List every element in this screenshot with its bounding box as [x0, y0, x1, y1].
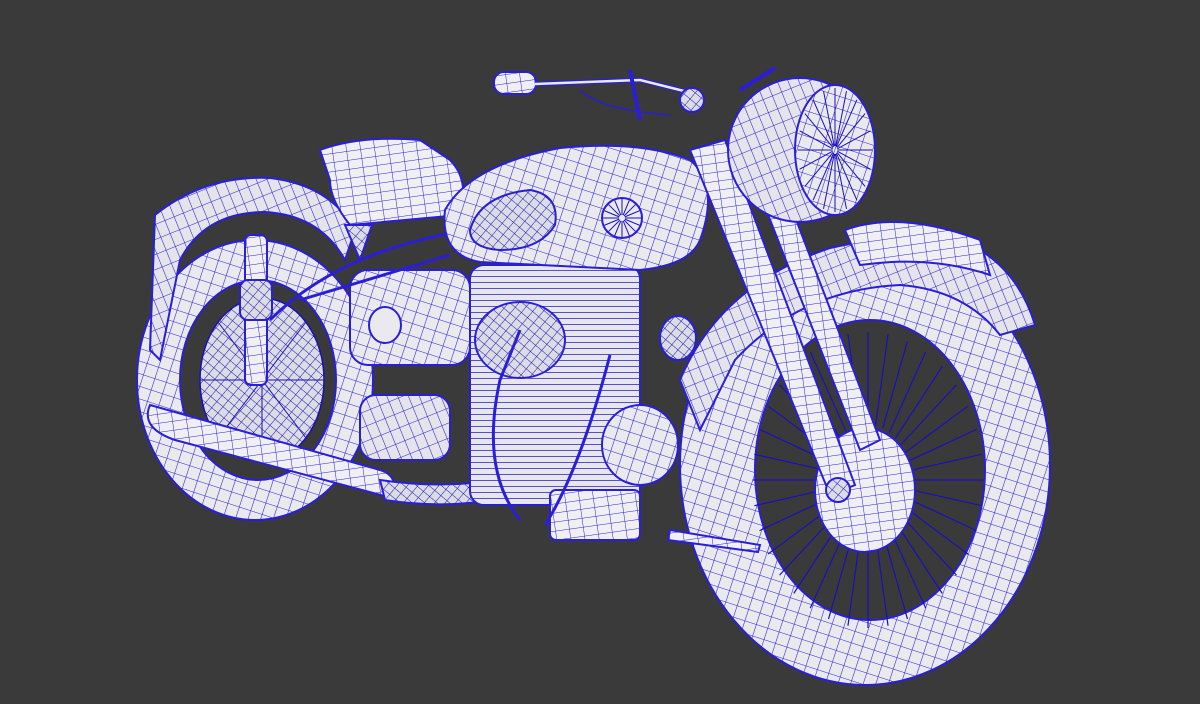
motorcycle-wireframe-model [136, 66, 1051, 686]
headlight [727, 77, 876, 223]
3d-viewport[interactable] [0, 0, 1200, 704]
rear-suspension [239, 234, 273, 386]
handlebars [493, 66, 777, 121]
fuel-tank [443, 144, 709, 272]
